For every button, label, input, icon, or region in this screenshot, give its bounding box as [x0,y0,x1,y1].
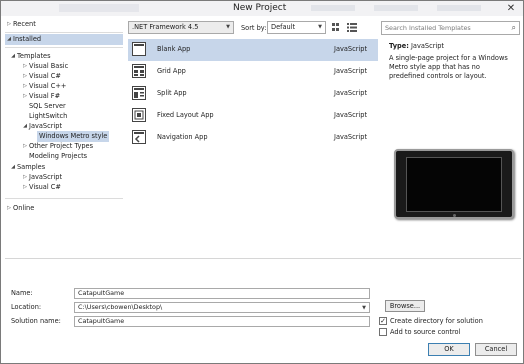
tree-item-modeling-projects[interactable]: Modeling Projects [29,151,87,162]
name-label: Name: [11,289,33,297]
grid-view-icon[interactable] [332,23,342,32]
search-icon[interactable]: ⌕ [512,22,516,34]
expand-icon[interactable]: ▷ [5,19,13,30]
source-control-checkbox[interactable] [379,328,387,336]
form-divider [5,258,521,259]
tree-item-samples-csharp[interactable]: ▷ Visual C# [21,182,61,193]
tablet-preview-image [394,149,514,219]
template-language: JavaScript [334,67,368,75]
template-name: Fixed Layout App [157,111,214,119]
details-pane: Type: JavaScript A single-page project f… [381,37,521,255]
tree-divider [5,198,123,199]
expand-icon[interactable]: ▷ [21,182,29,193]
solution-name-field[interactable]: CatapultGame [74,316,370,327]
tree-divider [5,32,123,33]
template-language: JavaScript [334,111,368,119]
type-line: Type: JavaScript [389,42,444,50]
template-item-blank-app[interactable]: Blank App JavaScript [128,39,378,61]
tablet-screen [406,157,502,212]
source-control-label: Add to source control [390,328,461,336]
name-value: CatapultGame [78,289,125,297]
name-field[interactable]: CatapultGame [74,288,370,299]
template-name: Blank App [157,45,191,53]
sort-value: Default [271,23,296,31]
template-tree: ▷ Recent ◢ Installed ◢ Templates ▷ Visual Ba… [5,18,123,256]
blank-app-icon [132,42,146,56]
search-input[interactable]: Search Installed Templates ⌕ [381,21,520,35]
sort-by-label: Sort by: [241,24,267,32]
framework-select[interactable]: .NET Framework 4.5 ▼ [128,21,234,34]
template-language: JavaScript [334,45,368,53]
framework-value: .NET Framework 4.5 [132,23,199,31]
tree-item-online[interactable]: ▷ Online [5,203,34,214]
cancel-button[interactable]: Cancel [475,343,517,356]
title-bar: New Project ✕ [1,1,523,16]
create-directory-checkbox[interactable]: ✓ [379,317,387,325]
grid-app-icon [132,64,146,78]
tree-label: Modeling Projects [29,152,88,160]
location-field[interactable]: C:\Users\cbowen\Desktop\ ▼ [74,302,370,313]
tree-label: Online [13,204,35,212]
solution-name-value: CatapultGame [78,317,125,325]
expand-icon[interactable]: ▷ [21,141,29,152]
chevron-down-icon: ▼ [226,24,230,30]
template-name: Grid App [157,67,186,75]
tree-item-installed[interactable]: ◢ Installed [5,34,123,45]
chevron-down-icon: ▼ [318,24,322,30]
sort-select[interactable]: Default ▼ [267,21,326,34]
template-language: JavaScript [334,89,368,97]
template-item-grid-app[interactable]: Grid App JavaScript [128,61,378,83]
tree-item-recent[interactable]: ▷ Recent [5,19,36,30]
browse-button[interactable]: Browse... [385,300,425,312]
search-placeholder: Search Installed Templates [385,24,471,32]
tree-divider [5,47,123,48]
type-label: Type: [389,42,409,50]
expand-icon[interactable]: ▷ [21,91,29,102]
expand-icon[interactable]: ▷ [5,203,13,214]
solution-name-label: Solution name: [11,317,61,325]
dialog-title: New Project [233,3,287,13]
template-language: JavaScript [334,133,368,141]
template-item-navigation-app[interactable]: Navigation App JavaScript [128,127,378,149]
tree-label: Recent [13,20,36,28]
template-name: Navigation App [157,133,208,141]
tablet-button [453,214,456,217]
collapse-icon[interactable]: ◢ [9,162,17,173]
template-description: A single-page project for a Windows Metr… [389,54,508,80]
template-item-fixed-layout-app[interactable]: Fixed Layout App JavaScript [128,105,378,127]
template-item-split-app[interactable]: Split App JavaScript [128,83,378,105]
fixed-layout-app-icon [132,108,146,122]
template-list: Blank App JavaScript Grid App JavaScript… [128,38,378,256]
split-app-icon [132,86,146,100]
navigation-app-icon [132,130,146,144]
new-project-dialog: New Project ✕ ▷ Recent ◢ Installed ◢ Templa… [0,0,524,364]
background-tabs-ghost [311,5,481,11]
tree-label: Installed [13,35,42,43]
create-directory-label: Create directory for solution [390,317,483,325]
chevron-down-icon[interactable]: ▼ [362,304,366,313]
location-label: Location: [11,303,42,311]
template-name: Split App [157,89,187,97]
type-value: JavaScript [410,42,445,50]
collapse-icon[interactable]: ◢ [9,51,17,62]
location-value: C:\Users\cbowen\Desktop\ [78,303,163,311]
background-window-ghost [59,4,139,12]
collapse-icon[interactable]: ◢ [5,34,13,45]
list-view-icon[interactable] [347,23,357,32]
close-icon[interactable]: ✕ [503,2,519,15]
collapse-icon[interactable]: ◢ [21,121,29,132]
ok-button[interactable]: OK [428,343,470,356]
tree-label: Visual C# [29,183,61,191]
